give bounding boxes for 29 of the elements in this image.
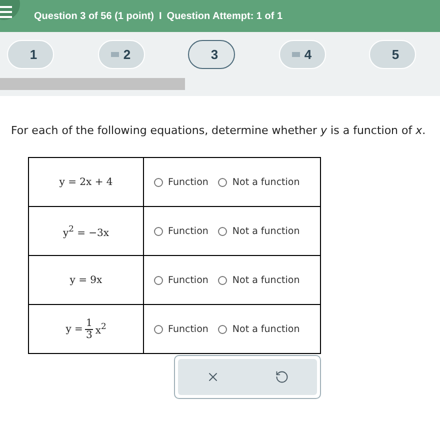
question-prompt: For each of the following equations, determine whether y is a function of x. xyxy=(11,124,427,137)
radio-button[interactable] xyxy=(154,178,163,186)
radio-button[interactable] xyxy=(218,226,228,236)
separator: I xyxy=(159,11,162,22)
undo-icon xyxy=(275,370,290,384)
radio-button[interactable] xyxy=(154,226,163,236)
radio-button[interactable] xyxy=(218,178,228,186)
question-tab[interactable]: 5 xyxy=(369,40,416,69)
equation: y = 2x + 4 xyxy=(59,176,113,188)
question-tab[interactable]: 1 xyxy=(7,40,54,69)
question-count: Question 3 of 56 (1 point) xyxy=(34,11,154,22)
equation: y$^{2}$ = −3x xyxy=(62,223,110,239)
radio-option[interactable]: Not a function xyxy=(218,274,300,286)
question-tab[interactable]: 2 xyxy=(98,40,144,69)
radio-option[interactable]: Function xyxy=(154,274,208,286)
radio-button[interactable] xyxy=(154,324,163,334)
radio-option[interactable]: Not a function xyxy=(218,226,300,236)
radio-option[interactable]: Function xyxy=(154,324,208,334)
radio-option[interactable]: Not a function xyxy=(218,176,300,188)
question-tab[interactable]: 4 xyxy=(278,40,326,69)
radio-option[interactable]: Function xyxy=(154,176,208,188)
radio-button[interactable] xyxy=(218,276,228,284)
attempt-count: Question Attempt: 1 of 1 xyxy=(166,11,283,22)
equation: y = 9x xyxy=(70,274,102,286)
question-tab[interactable]: 3 xyxy=(188,40,235,69)
radio-button[interactable] xyxy=(218,324,228,334)
radio-button[interactable] xyxy=(154,276,163,284)
radio-option[interactable]: Function xyxy=(154,226,208,236)
radio-option[interactable]: Not a function xyxy=(218,324,300,334)
